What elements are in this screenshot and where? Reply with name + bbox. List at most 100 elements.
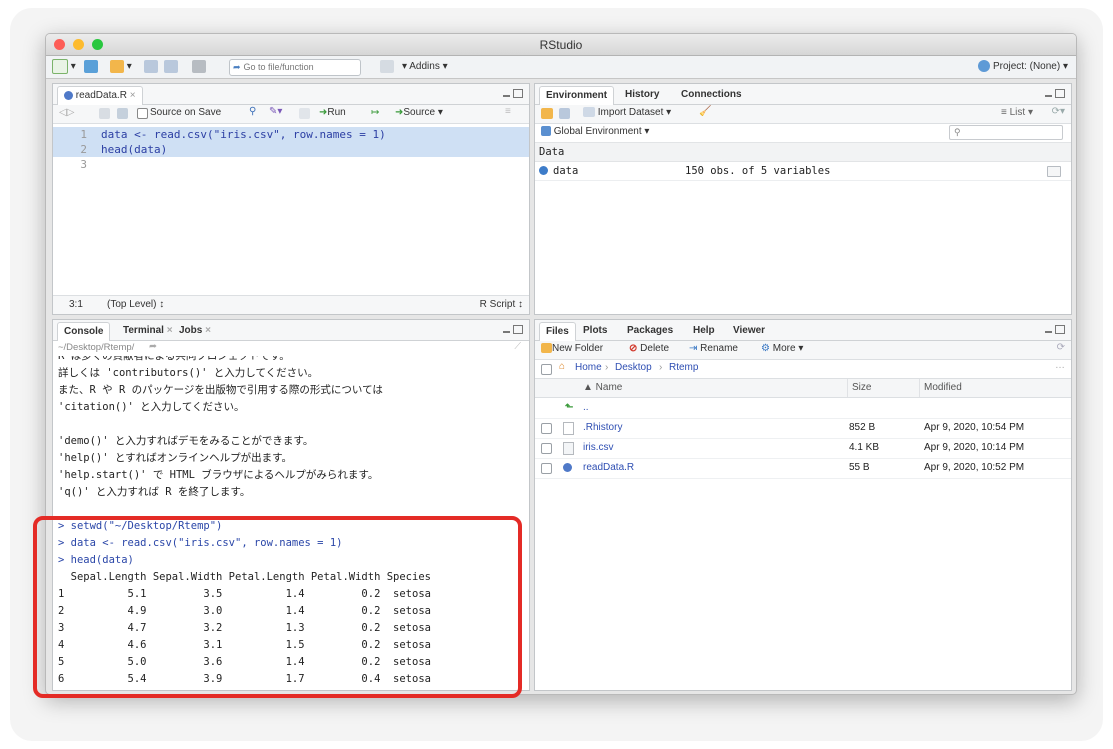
source-tabbar: readData.R × (53, 84, 529, 105)
new-folder-button[interactable]: New Folder (541, 343, 603, 354)
import-dataset-label: Import Dataset (597, 107, 664, 118)
close-tab-icon[interactable]: × (130, 90, 136, 101)
file-checkbox[interactable] (541, 423, 552, 434)
console-minmax-icon[interactable] (503, 325, 523, 335)
files-refresh-icon[interactable]: ⟳ (1057, 342, 1065, 353)
code-tools-icon[interactable]: ✎▾ (269, 106, 282, 117)
file-checkbox[interactable] (541, 463, 552, 474)
file-name[interactable]: iris.csv (583, 438, 614, 458)
tab-readdata-r[interactable]: readData.R × (57, 86, 143, 105)
console-line: R は多くの貢献者による共同プロジェクトです。 (58, 356, 290, 362)
title-bar: RStudio (46, 34, 1076, 56)
select-all-checkbox[interactable] (541, 364, 552, 375)
file-checkbox[interactable] (541, 443, 552, 454)
tab-jobs[interactable]: Jobs × (179, 322, 211, 340)
addins-menu[interactable]: ▾ Addins ▾ (402, 59, 448, 75)
global-environment-dropdown[interactable]: Global Environment ▾ (541, 126, 649, 137)
variable-name: data (553, 165, 579, 177)
view-table-icon[interactable] (1047, 166, 1061, 177)
table-icon (583, 107, 595, 118)
run-button[interactable]: ➜Run (319, 107, 346, 118)
file-row[interactable]: iris.csv 4.1 KB Apr 9, 2020, 10:14 PM (535, 438, 1071, 459)
files-minmax-icon[interactable] (1045, 325, 1065, 335)
new-file-icon[interactable]: ▾ (52, 59, 76, 75)
file-row[interactable]: .Rhistory 852 B Apr 9, 2020, 10:54 PM (535, 418, 1071, 439)
file-type[interactable]: R Script ↕ (480, 299, 523, 310)
environment-row[interactable]: data 150 obs. of 5 variables (535, 162, 1071, 181)
tab-history[interactable]: History (625, 86, 659, 104)
back-forward-icon[interactable]: ◁▷ (59, 107, 74, 118)
tab-environment[interactable]: Environment (539, 86, 615, 105)
source-save-icon[interactable] (117, 108, 128, 119)
source-toolbar: ◁▷ Source on Save ⚲ ✎▾ ➜Run ↦ ➜Source ▾ … (53, 105, 529, 124)
file-modified: Apr 9, 2020, 10:54 PM (924, 422, 1025, 433)
working-directory: ~/Desktop/Rtemp/ (58, 342, 135, 353)
environment-search-input[interactable]: ⚲ (949, 125, 1063, 140)
clear-console-icon[interactable]: ⟋ (514, 341, 521, 352)
delete-button[interactable]: ⊘ Delete (629, 343, 669, 354)
source-button[interactable]: ➜Source ▾ (395, 107, 443, 118)
grid-layout-icon[interactable] (380, 59, 394, 75)
save-workspace-icon[interactable] (559, 108, 570, 119)
data-section-header: Data (535, 143, 1071, 162)
file-name[interactable]: .Rhistory (583, 418, 622, 438)
new-folder-label: New Folder (552, 343, 604, 354)
source-on-save-checkbox[interactable] (137, 108, 148, 119)
home-icon[interactable]: ⌂ (559, 361, 565, 372)
print-icon[interactable] (192, 59, 206, 75)
tab-connections[interactable]: Connections (681, 86, 742, 104)
file-name[interactable]: readData.R (583, 458, 634, 478)
parent-dir-row[interactable]: ⬑ .. (535, 398, 1071, 419)
column-size[interactable]: Size (847, 379, 871, 397)
rename-button[interactable]: ⇥ Rename (689, 343, 738, 354)
file-row[interactable]: readData.R 55 B Apr 9, 2020, 10:52 PM (535, 458, 1071, 479)
tab-files[interactable]: Files (539, 322, 576, 341)
open-file-icon[interactable]: ▾ (110, 59, 132, 75)
show-in-window-icon[interactable] (99, 108, 110, 119)
column-name[interactable]: ▲ Name (583, 379, 622, 397)
console-line: 'help()' とすればオンラインヘルプが出ます。 (58, 452, 293, 464)
breadcrumb-desktop[interactable]: Desktop (615, 362, 652, 373)
new-project-icon[interactable] (84, 59, 98, 75)
outline-icon[interactable]: ≡ (505, 106, 511, 117)
refresh-icon[interactable]: ⟳▾ (1052, 106, 1065, 117)
import-dataset-button[interactable]: Import Dataset ▾ (583, 107, 671, 118)
scope-level[interactable]: (Top Level) ↕ (107, 299, 164, 310)
code-editor[interactable]: 1 data <- read.csv("iris.csv", row.names … (53, 124, 529, 295)
breadcrumb-home[interactable]: Home (575, 362, 602, 373)
file-size: 55 B (849, 462, 870, 473)
broom-icon[interactable]: 🧹 (699, 106, 711, 117)
list-view-dropdown[interactable]: ≡ List ▾ (1001, 107, 1033, 118)
column-modified[interactable]: Modified (919, 379, 962, 397)
parent-dir-link[interactable]: .. (583, 398, 589, 418)
tab-plots[interactable]: Plots (583, 322, 607, 340)
load-workspace-icon[interactable] (541, 108, 553, 119)
tab-terminal[interactable]: Terminal × (123, 322, 173, 340)
environment-minmax-icon[interactable] (1045, 89, 1065, 99)
tab-console[interactable]: Console (57, 322, 111, 341)
more-menu[interactable]: ⚙ More ▾ (761, 343, 803, 354)
expand-data-icon[interactable] (539, 166, 548, 175)
goto-dir-icon[interactable]: ➦ (149, 341, 157, 352)
files-header-row: ▲ Name Size Modified (535, 379, 1071, 398)
compile-report-icon[interactable] (299, 108, 310, 119)
save-icon[interactable] (144, 59, 158, 75)
console-line: 詳しくは 'contributors()' と入力してください。 (58, 367, 319, 379)
tab-help[interactable]: Help (693, 322, 715, 340)
more-path-icon[interactable]: … (1055, 360, 1065, 371)
breadcrumb-separator: › (605, 362, 609, 373)
source-minmax-icon[interactable] (503, 89, 523, 99)
delete-label: Delete (640, 343, 670, 354)
tab-packages[interactable]: Packages (627, 322, 673, 340)
rerun-icon[interactable]: ↦ (371, 107, 379, 118)
console-path-bar: ~/Desktop/Rtemp/ ➦ ⟋ (53, 341, 529, 356)
history-file-icon (563, 422, 574, 435)
save-all-icon[interactable] (164, 59, 178, 75)
search-icon[interactable]: ⚲ (249, 106, 256, 117)
gear-icon: ⚙ (761, 343, 770, 354)
goto-file-function-input[interactable]: ➦ Go to file/function (229, 59, 361, 76)
main-toolbar: ▾ ▾ ➦ Go to file/function ▾ Addins ▾ Proj… (46, 56, 1076, 79)
project-menu[interactable]: Project: (None) ▾ (978, 59, 1068, 75)
breadcrumb-rtemp[interactable]: Rtemp (669, 362, 698, 373)
tab-viewer[interactable]: Viewer (733, 322, 765, 340)
